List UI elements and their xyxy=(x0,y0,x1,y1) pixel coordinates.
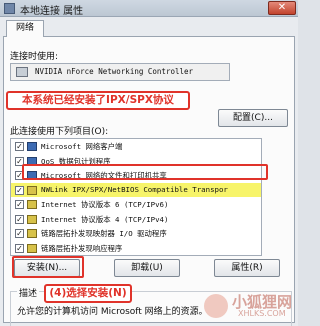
selected-row-highlight xyxy=(22,164,268,180)
description-text: 允许您的计算机访问 Microsoft 网络上的资源。 xyxy=(17,307,208,317)
list-item-selected[interactable]: ✓ NWLink IPX/SPX/NetBIOS Compatible Tran… xyxy=(11,182,261,197)
checkbox[interactable]: ✓ xyxy=(15,243,24,253)
adapter-field: NVIDIA nForce Networking Controller xyxy=(10,63,230,81)
protocol-icon xyxy=(27,200,37,209)
checkbox[interactable]: ✓ xyxy=(15,214,24,224)
watermark: 小狐狸网 XHLKS.COM xyxy=(202,290,294,322)
item-label: NWLink IPX/SPX/NetBIOS Compatible Transp… xyxy=(41,184,228,194)
fox-logo-icon xyxy=(204,294,228,318)
protocol-icon xyxy=(27,229,37,238)
client-icon xyxy=(27,142,37,151)
network-card-icon xyxy=(16,67,28,77)
checkbox[interactable]: ✓ xyxy=(15,142,24,151)
item-label: Internet 协议版本 6 (TCP/IPv6) xyxy=(41,200,169,209)
properties-button[interactable]: 属性(R) xyxy=(214,259,280,277)
list-item[interactable]: ✓ Internet 协议版本 4 (TCP/IPv4) xyxy=(11,212,261,227)
connect-using-label: 连接时使用: xyxy=(10,52,59,62)
network-app-icon xyxy=(4,3,15,14)
item-label: Internet 协议版本 4 (TCP/IPv4) xyxy=(41,214,169,224)
annotation-select-install: (4)选择安装(N) xyxy=(44,284,132,303)
description-label: 描述 xyxy=(17,286,40,299)
item-label: 链路层拓扑发现响应程序 xyxy=(41,243,123,253)
window-title: 本地连接 属性 xyxy=(20,6,84,17)
protocol-icon xyxy=(27,185,37,195)
protocol-icon xyxy=(27,214,37,224)
close-button[interactable]: ✕ xyxy=(268,1,296,15)
item-label: 链路层拓扑发现映射器 I/O 驱动程序 xyxy=(41,229,167,238)
list-item[interactable]: ✓ 链路层拓扑发现响应程序 xyxy=(11,241,261,256)
item-label: Microsoft 网络客户端 xyxy=(41,142,123,151)
tab-network[interactable]: 网络 xyxy=(6,20,44,37)
list-item[interactable]: ✓ Microsoft 网络客户端 xyxy=(11,139,261,154)
list-item[interactable]: ✓ 链路层拓扑发现映射器 I/O 驱动程序 xyxy=(11,226,261,241)
configure-button[interactable]: 配置(C)... xyxy=(218,109,288,127)
title-bar: 本地连接 属性 ✕ xyxy=(0,0,298,17)
items-label: 此连接使用下列项目(O): xyxy=(10,127,109,137)
components-list[interactable]: ✓ Microsoft 网络客户端 ✓ QoS 数据包计划程序 ✓ Micros… xyxy=(10,138,262,256)
checkbox[interactable]: ✓ xyxy=(15,185,24,195)
adapter-name: NVIDIA nForce Networking Controller xyxy=(35,67,194,76)
uninstall-button[interactable]: 卸载(U) xyxy=(114,259,180,277)
checkbox[interactable]: ✓ xyxy=(15,229,24,238)
annotation-installed: 本系统已经安装了IPX/SPX协议 xyxy=(6,91,190,110)
watermark-sub: XHLKS.COM xyxy=(238,309,286,318)
protocol-icon xyxy=(27,243,37,253)
list-item[interactable]: ✓ Internet 协议版本 6 (TCP/IPv6) xyxy=(11,197,261,212)
install-button-highlight xyxy=(12,256,84,278)
checkbox[interactable]: ✓ xyxy=(15,200,24,209)
